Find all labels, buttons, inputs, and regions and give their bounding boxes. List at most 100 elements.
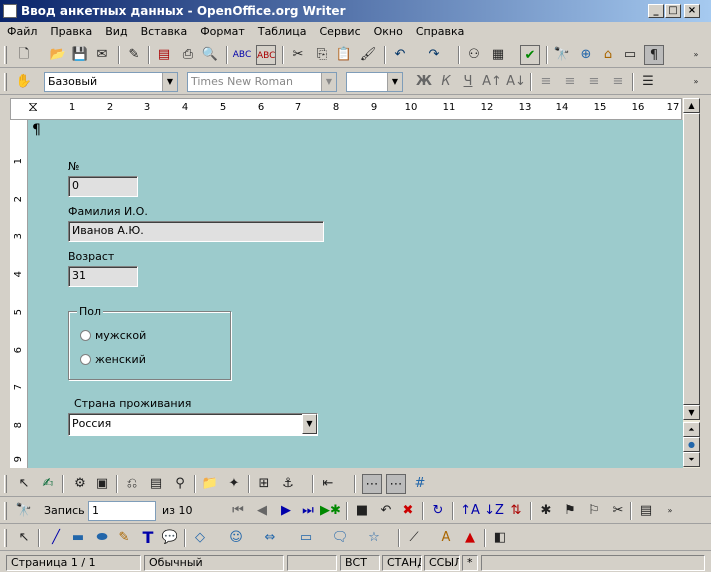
align-objects-icon[interactable]: ⇤ bbox=[318, 474, 338, 494]
radio-male[interactable] bbox=[80, 330, 91, 341]
basic-shapes-icon[interactable]: ◇ bbox=[190, 528, 210, 548]
record-number-input[interactable]: 1 bbox=[88, 501, 156, 521]
first-record-icon[interactable]: ⏮ bbox=[228, 501, 248, 521]
paragraph-style-select[interactable]: Базовый ▼ bbox=[44, 72, 178, 92]
anchor-icon[interactable]: ⚓ bbox=[278, 474, 298, 494]
styles-formatting-icon[interactable]: ✋ bbox=[14, 72, 34, 92]
fontwork-icon[interactable]: A bbox=[436, 528, 456, 548]
country-dropdown-arrow[interactable]: ▼ bbox=[302, 414, 317, 434]
wizards-icon[interactable]: ✦ bbox=[224, 474, 244, 494]
cut-icon[interactable]: ✂ bbox=[288, 45, 308, 65]
line-spacing-icon[interactable]: ☰ bbox=[638, 72, 658, 92]
underline-button[interactable]: Ч bbox=[458, 72, 478, 92]
toolbar-overflow-icon[interactable]: » bbox=[686, 45, 706, 65]
apply-filter-icon[interactable]: ⚑ bbox=[560, 501, 580, 521]
find-record-icon[interactable]: 🔭 bbox=[14, 501, 34, 521]
radio-female-label[interactable]: женский bbox=[95, 353, 146, 366]
number-field[interactable]: 0 bbox=[68, 176, 138, 197]
data-sources-icon[interactable]: ▭ bbox=[620, 45, 640, 65]
clone-formatting-icon[interactable]: 🖌 bbox=[358, 45, 378, 65]
age-field[interactable]: 31 bbox=[68, 266, 138, 287]
menu-format[interactable]: Формат bbox=[193, 22, 251, 41]
vertical-scrollbar[interactable]: ▲ ▼ ⏶ ● ⏷ bbox=[683, 98, 700, 468]
position-size-icon[interactable]: ⊞ bbox=[254, 474, 274, 494]
hyperlink-icon[interactable]: ⚇ bbox=[464, 45, 484, 65]
design-mode-icon[interactable]: ✍ bbox=[38, 474, 58, 494]
extrusion-icon[interactable]: ◧ bbox=[490, 528, 510, 548]
scroll-thumb[interactable] bbox=[683, 113, 700, 405]
reset-filter-icon[interactable]: ✂ bbox=[608, 501, 628, 521]
delete-record-icon[interactable]: ✖ bbox=[398, 501, 418, 521]
status-insert-mode[interactable]: ВСТ bbox=[340, 555, 380, 571]
justify-icon[interactable]: ≡ bbox=[608, 72, 628, 92]
formatting-overflow-icon[interactable]: » bbox=[686, 72, 706, 92]
document-area[interactable]: ¶ № 0 Фамилия И.О. Иванов А.Ю. Возраст 3… bbox=[28, 120, 683, 468]
menu-table[interactable]: Таблица bbox=[251, 22, 313, 41]
next-page-button[interactable]: ⏷ bbox=[683, 452, 700, 467]
name-field[interactable]: Иванов А.Ю. bbox=[68, 221, 324, 242]
radio-female[interactable] bbox=[80, 354, 91, 365]
paste-icon[interactable]: 📋 bbox=[334, 45, 354, 65]
text-icon[interactable]: T bbox=[138, 528, 158, 548]
menu-window[interactable]: Окно bbox=[367, 22, 409, 41]
align-center-icon[interactable]: ≡ bbox=[560, 72, 580, 92]
export-pdf-icon[interactable]: ▤ bbox=[154, 45, 174, 65]
redo-icon[interactable]: ↷ bbox=[424, 45, 444, 65]
data-source-record-icon[interactable]: ▤ bbox=[636, 501, 656, 521]
add-field-icon[interactable]: ▤ bbox=[146, 474, 166, 494]
next-record-icon[interactable]: ▶ bbox=[276, 501, 296, 521]
horizontal-ruler[interactable]: ⧖ 1 2 3 4 5 6 7 8 9 10 11 12 13 14 15 16… bbox=[10, 98, 682, 120]
new-record-icon[interactable]: ▶✱ bbox=[320, 501, 341, 521]
sort-descending-icon[interactable]: ↓Z bbox=[484, 501, 504, 521]
italic-button[interactable]: К bbox=[436, 72, 456, 92]
menu-file[interactable]: Файл bbox=[0, 22, 43, 41]
spellcheck-icon[interactable]: ABC bbox=[232, 45, 252, 65]
ellipse-icon[interactable]: ⬬ bbox=[92, 528, 112, 548]
gallery-icon[interactable]: ⌂ bbox=[598, 45, 618, 65]
open-design-mode-icon[interactable]: 📁 bbox=[200, 474, 220, 494]
previous-record-icon[interactable]: ◀ bbox=[252, 501, 272, 521]
font-size-select[interactable]: ▼ bbox=[346, 72, 403, 92]
scroll-down-button[interactable]: ▼ bbox=[683, 405, 700, 420]
sort-ascending-icon[interactable]: ↑A bbox=[460, 501, 480, 521]
status-page[interactable]: Страница 1 / 1 bbox=[6, 555, 141, 571]
close-button[interactable]: × bbox=[684, 4, 700, 18]
sort-icon[interactable]: ⇅ bbox=[506, 501, 526, 521]
print-preview-icon[interactable]: 🔍 bbox=[200, 45, 220, 65]
find-replace-icon[interactable]: 🔭 bbox=[552, 45, 572, 65]
select-icon[interactable]: ↖ bbox=[14, 528, 34, 548]
points-icon[interactable]: ⟋ bbox=[404, 528, 424, 548]
menu-tools[interactable]: Сервис bbox=[313, 22, 367, 41]
undo-icon[interactable]: ↶ bbox=[390, 45, 410, 65]
menu-insert[interactable]: Вставка bbox=[134, 22, 194, 41]
save-icon[interactable]: 💾 bbox=[70, 45, 90, 65]
refresh-icon[interactable]: ↻ bbox=[428, 501, 448, 521]
standard-filter-icon[interactable]: ⚐ bbox=[584, 501, 604, 521]
menu-help[interactable]: Справка bbox=[409, 22, 470, 41]
callouts-icon[interactable]: 💬 bbox=[160, 528, 180, 548]
country-select[interactable]: Россия ▼ bbox=[68, 413, 318, 436]
shrink-font-icon[interactable]: A↓ bbox=[506, 72, 526, 92]
control-properties-icon[interactable]: ⚙ bbox=[70, 474, 90, 494]
rectangle-icon[interactable]: ▬ bbox=[68, 528, 88, 548]
new-document-icon[interactable]: 🗋 bbox=[14, 45, 34, 65]
prev-page-button[interactable]: ⏶ bbox=[683, 422, 700, 437]
status-hyperlink-mode[interactable]: ССЫЛ bbox=[424, 555, 460, 571]
helplines-icon[interactable]: # bbox=[410, 474, 430, 494]
vertical-ruler[interactable]: 1 2 3 4 5 6 7 8 9 bbox=[10, 120, 28, 468]
maximize-button[interactable]: □ bbox=[665, 4, 681, 18]
select-pointer-icon[interactable]: ↖ bbox=[14, 474, 34, 494]
undo-record-icon[interactable]: ↶ bbox=[376, 501, 396, 521]
activation-order-icon[interactable]: ⎌ bbox=[122, 474, 142, 494]
freeform-line-icon[interactable]: ✎ bbox=[114, 528, 134, 548]
navigation-overflow-icon[interactable]: » bbox=[660, 501, 680, 521]
flowcharts-icon[interactable]: ▭ bbox=[296, 528, 316, 548]
minimize-button[interactable]: _ bbox=[648, 4, 664, 18]
autospellcheck-icon[interactable]: ABC bbox=[256, 45, 276, 65]
line-icon[interactable]: ╱ bbox=[46, 528, 66, 548]
callout-shapes-icon[interactable]: 🗨 bbox=[330, 528, 350, 548]
align-left-icon[interactable]: ≡ bbox=[536, 72, 556, 92]
grow-font-icon[interactable]: A↑ bbox=[482, 72, 502, 92]
from-file-icon[interactable]: ▲ bbox=[460, 528, 480, 548]
status-style[interactable]: Обычный bbox=[144, 555, 284, 571]
